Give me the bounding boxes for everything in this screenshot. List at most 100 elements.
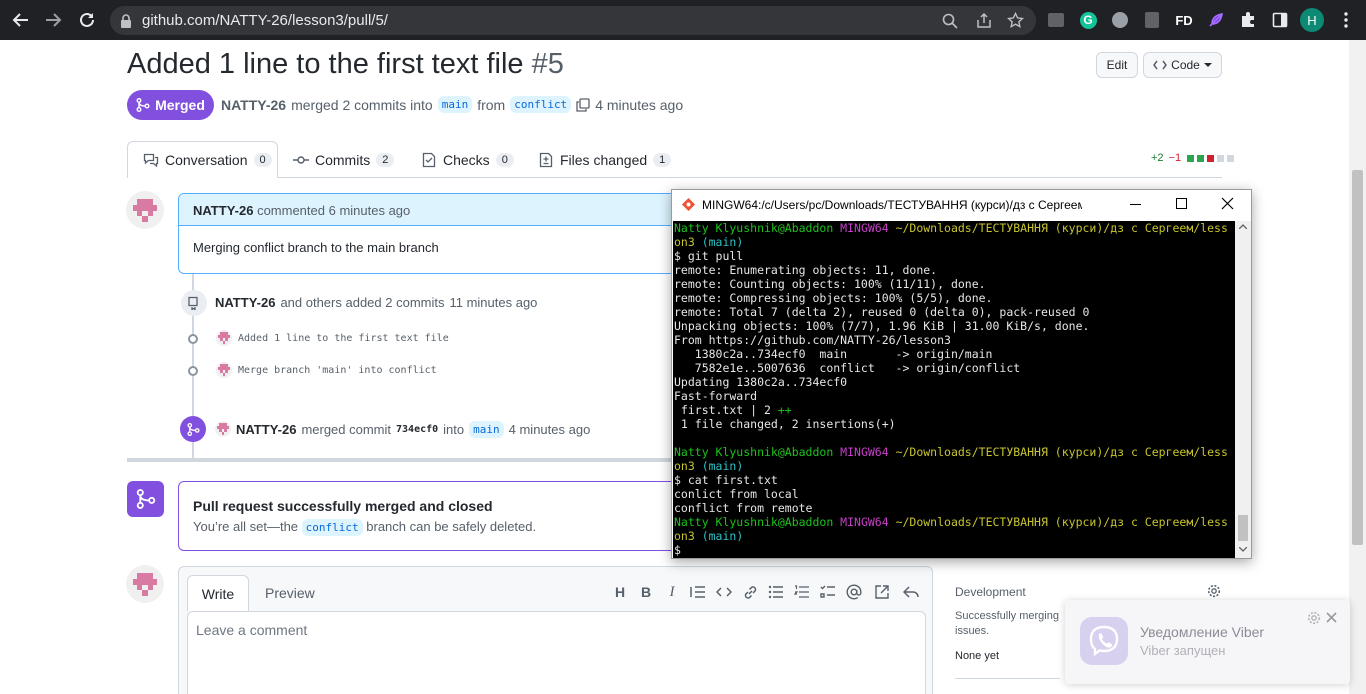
url-text[interactable]: github.com/NATTY-26/lesson3/pull/5/ — [142, 12, 388, 29]
event-author[interactable]: NATTY-26 — [215, 295, 275, 310]
terminal-text: 1380c2a..734ecf0 main -> origin/main — [674, 347, 993, 361]
share-icon[interactable] — [976, 13, 992, 29]
tab-count: 0 — [253, 153, 272, 167]
file-diff-icon — [539, 152, 553, 168]
write-tab[interactable]: Write — [187, 575, 249, 611]
comment-author[interactable]: NATTY-26 — [193, 203, 253, 218]
reply-icon[interactable] — [903, 584, 919, 600]
page-scrollbar[interactable] — [1349, 40, 1366, 694]
page-scrollbar-thumb[interactable] — [1352, 170, 1363, 545]
copy-icon[interactable] — [576, 97, 590, 112]
edit-button[interactable]: Edit — [1096, 52, 1138, 78]
avatar[interactable] — [126, 191, 164, 229]
ordered-list-icon[interactable] — [794, 584, 810, 600]
reference-icon[interactable] — [874, 584, 890, 600]
extensions-puzzle-icon[interactable] — [1238, 10, 1258, 30]
settings-gear-icon[interactable] — [1307, 611, 1321, 625]
event-time[interactable]: 11 minutes ago — [449, 295, 537, 310]
preview-tab[interactable]: Preview — [265, 585, 315, 601]
terminal-text: remote: Compressing objects: 100% (5/5),… — [674, 291, 993, 305]
branch-ref[interactable]: main — [469, 421, 504, 438]
development-heading: Development — [955, 585, 1026, 599]
bookmark-star-icon[interactable] — [1007, 12, 1024, 29]
avatar[interactable] — [216, 362, 232, 378]
branch-ref[interactable]: conflict — [301, 519, 363, 536]
reload-icon[interactable] — [75, 8, 99, 32]
minimize-icon[interactable] — [1130, 204, 1141, 205]
avatar[interactable] — [215, 421, 231, 437]
base-branch-ref[interactable]: main — [437, 96, 473, 113]
unordered-list-icon[interactable] — [768, 584, 784, 600]
extension-gear-icon[interactable] — [1110, 10, 1130, 30]
head-branch-ref[interactable]: conflict — [510, 96, 572, 113]
diffstat: +2 −1 — [1151, 152, 1235, 164]
terminal-window[interactable]: MINGW64:/c/Users/pc/Downloads/ТЕСТУВАННЯ… — [671, 189, 1252, 559]
terminal-content[interactable]: Natty Klyushnik@Abaddon MINGW64 ~/Downlo… — [673, 221, 1235, 558]
tab-commits[interactable]: Commits 2 — [293, 152, 395, 168]
mention-icon[interactable] — [846, 584, 862, 600]
commit-message-link[interactable]: Added 1 line to the first text file — [238, 333, 449, 344]
viber-notification[interactable]: Уведомление Viber Viber запущен — [1065, 600, 1350, 684]
terminal-text: Natty Klyushnik@Abaddon — [674, 221, 841, 235]
terminal-line: conflict from remote — [674, 501, 1234, 515]
code-icon[interactable] — [716, 584, 732, 600]
gear-icon[interactable] — [1207, 584, 1221, 598]
terminal-text: MINGW64 — [840, 221, 896, 235]
back-arrow-icon[interactable] — [9, 8, 33, 32]
code-button[interactable]: Code — [1143, 52, 1222, 78]
tab-label: Conversation — [165, 152, 248, 168]
diff-square — [1197, 154, 1205, 162]
heading-icon[interactable]: H — [612, 584, 628, 600]
terminal-text: Natty Klyushnik@Abaddon — [674, 515, 841, 529]
commit-sha-link[interactable]: 734ecf0 — [396, 424, 438, 435]
maximize-icon[interactable] — [1176, 198, 1187, 209]
terminal-line: remote: Compressing objects: 100% (5/5),… — [674, 291, 1234, 305]
comment-time[interactable]: 6 minutes ago — [329, 203, 411, 218]
terminal-scrollbar[interactable] — [1235, 221, 1251, 558]
close-icon[interactable] — [1221, 197, 1234, 210]
address-bar[interactable]: github.com/NATTY-26/lesson3/pull/5/ — [110, 6, 1036, 35]
tab-conversation-content[interactable]: Conversation 0 — [143, 152, 272, 168]
side-panel-icon[interactable] — [1270, 10, 1290, 30]
link-icon[interactable] — [742, 584, 758, 600]
italic-icon[interactable]: I — [664, 584, 680, 600]
merged-sub-post: branch can be safely deleted. — [366, 519, 537, 534]
commit-message-link[interactable]: Merge branch 'main' into conflict — [238, 365, 437, 376]
terminal-text: ~/Downloads/ТЕСТУВАННЯ (курси)/дз с Серг… — [895, 515, 1228, 529]
bold-icon[interactable]: B — [638, 584, 654, 600]
terminal-text: $ — [674, 543, 681, 557]
avatar[interactable] — [126, 565, 164, 603]
comment-textarea[interactable]: Leave a comment — [187, 611, 926, 694]
diff-square — [1227, 154, 1235, 162]
scroll-up-icon[interactable] — [1239, 224, 1247, 229]
comment-body: Merging conflict branch to the main bran… — [193, 240, 439, 255]
terminal-text: ~/Downloads/ТЕСТУВАННЯ (курси)/дз с Серг… — [895, 221, 1228, 235]
terminal-title: MINGW64:/c/Users/pc/Downloads/ТЕСТУВАННЯ… — [702, 198, 1082, 212]
task-list-icon[interactable] — [820, 584, 836, 600]
tab-files-changed[interactable]: Files changed 1 — [538, 152, 672, 168]
zoom-search-icon[interactable] — [942, 13, 958, 29]
fd-extension-icon[interactable]: FD — [1172, 10, 1196, 30]
terminal-line: remote: Enumerating objects: 11, done. — [674, 263, 1234, 277]
forward-arrow-icon[interactable] — [41, 8, 65, 32]
pr-author-link[interactable]: NATTY-26 — [221, 97, 286, 113]
terminal-text: conlict from local — [674, 487, 799, 501]
close-notification-icon[interactable] — [1326, 612, 1337, 623]
avatar[interactable] — [216, 330, 232, 346]
extension-feather-icon[interactable] — [1206, 10, 1226, 30]
lock-icon[interactable] — [120, 14, 132, 28]
event-author[interactable]: NATTY-26 — [236, 422, 296, 437]
more-vertical-icon[interactable] — [1336, 10, 1356, 30]
event-time[interactable]: 4 minutes ago — [509, 422, 591, 437]
tab-checks[interactable]: Checks 0 — [421, 152, 514, 168]
extension-image-icon[interactable] — [1046, 10, 1066, 30]
terminal-scrollbar-thumb[interactable] — [1238, 515, 1248, 541]
extension-edit-icon[interactable] — [1142, 10, 1162, 30]
grammarly-icon[interactable]: G — [1078, 10, 1098, 30]
quote-icon[interactable] — [690, 584, 706, 600]
scroll-down-icon[interactable] — [1239, 547, 1247, 552]
commit-dot — [188, 334, 198, 344]
profile-avatar[interactable]: H — [1300, 8, 1324, 32]
terminal-text: Updating 1380c2a..734ecf0 — [674, 375, 848, 389]
terminal-line: remote: Counting objects: 100% (11/11), … — [674, 277, 1234, 291]
